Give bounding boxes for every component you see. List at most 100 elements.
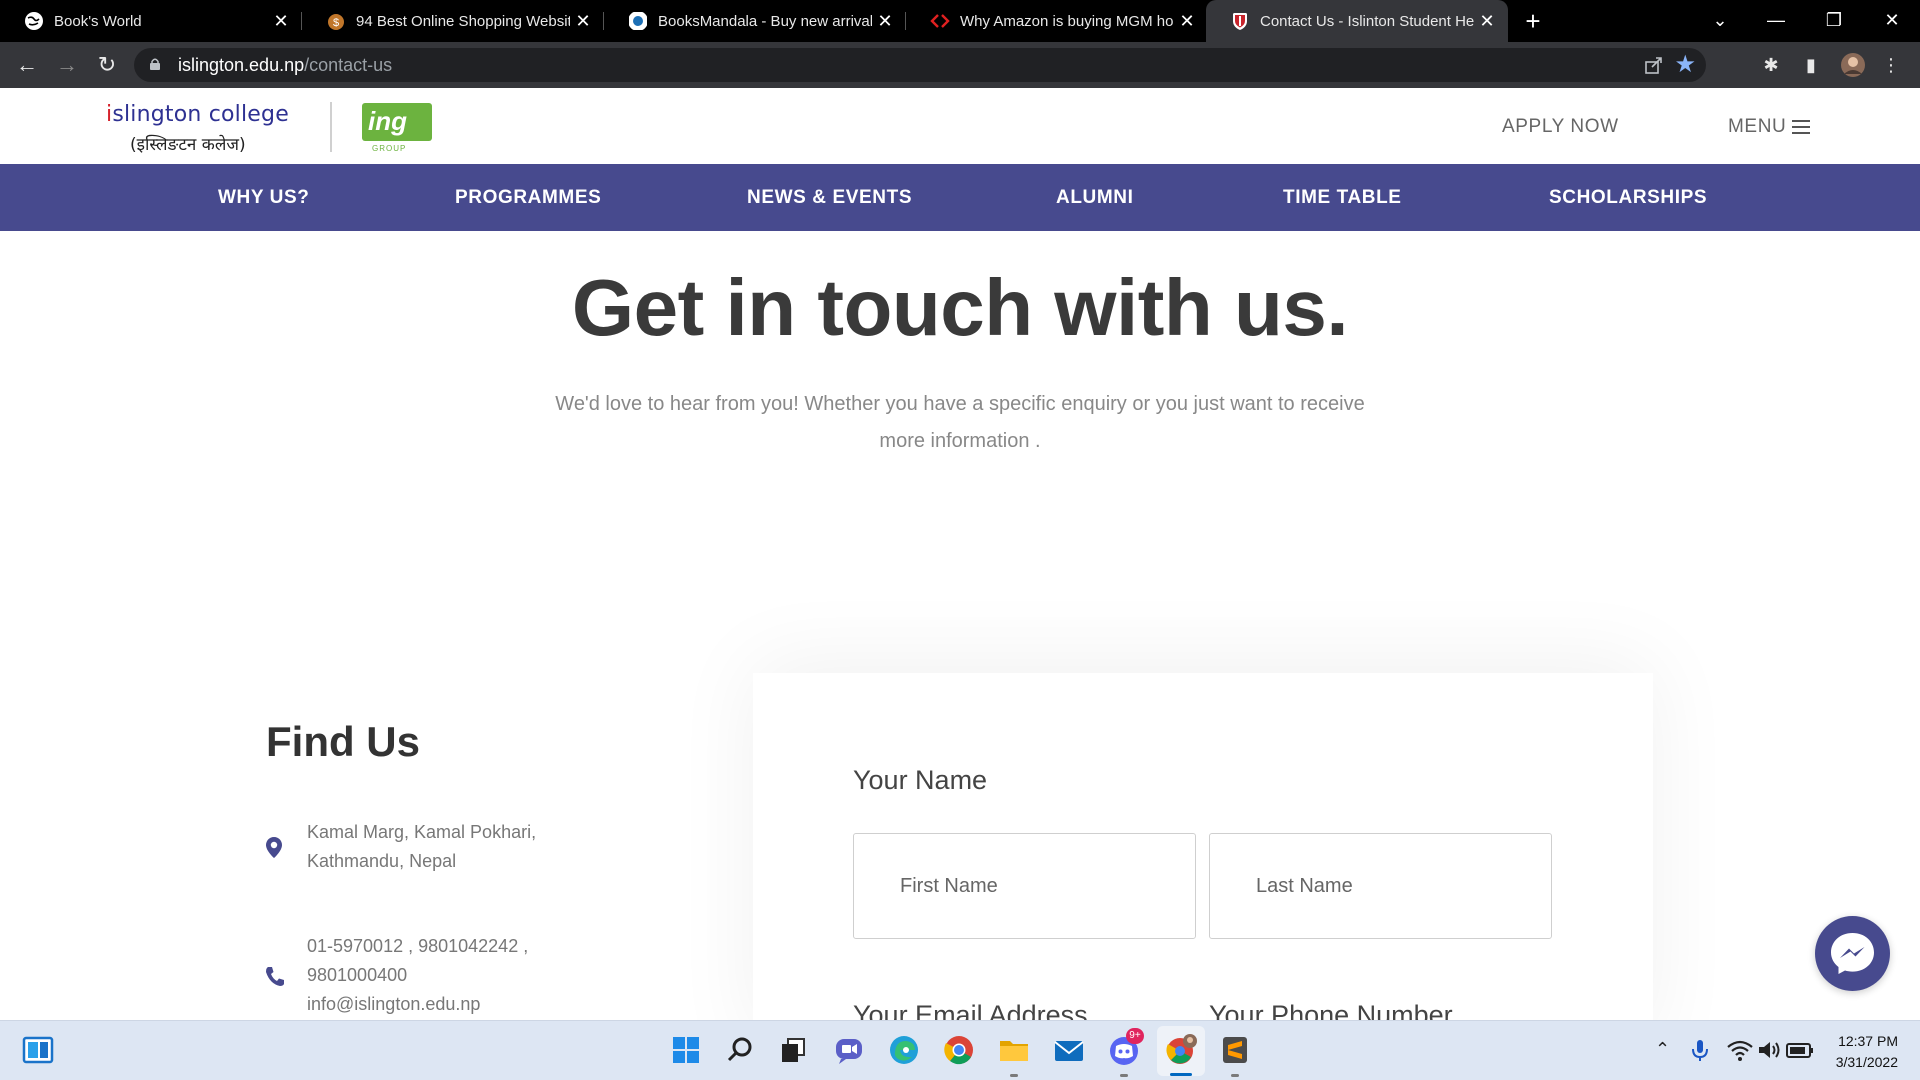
task-view-icon[interactable] (776, 1032, 812, 1068)
tab-title: Why Amazon is buying MGM hol (960, 12, 1174, 30)
discord-running-indicator (1120, 1074, 1128, 1077)
teams-chat-icon[interactable] (831, 1032, 867, 1068)
url-text: islington.edu.np/contact-us (178, 48, 392, 82)
search-icon[interactable] (722, 1032, 758, 1068)
nav-time-table[interactable]: TIME TABLE (1283, 164, 1402, 231)
sublime-text-icon[interactable] (1217, 1032, 1253, 1068)
url-path: /contact-us (304, 55, 393, 75)
new-tab-button[interactable]: + (1518, 4, 1548, 38)
forward-icon[interactable]: → (52, 50, 82, 80)
your-name-label: Your Name (853, 765, 988, 795)
booksmandala-icon (629, 12, 647, 30)
tab-contact-us[interactable]: Contact Us - Islinton Student Hel ✕ (1206, 0, 1508, 42)
address-line-2: Kathmandu, Nepal (307, 851, 457, 871)
email-link[interactable]: info@islington.edu.np (307, 990, 528, 1019)
browser-menu-icon[interactable]: ⋮ (1878, 52, 1904, 78)
address-bar[interactable]: islington.edu.np/contact-us ★ (134, 48, 1706, 82)
tab-close-icon[interactable]: ✕ (268, 11, 294, 32)
money-bag-icon: $ (328, 14, 344, 30)
logo-name: slington college (112, 102, 289, 127)
tab-title: Contact Us - Islinton Student Hel (1260, 12, 1474, 30)
sublime-running-indicator (1231, 1074, 1239, 1077)
chrome-active-indicator (1170, 1073, 1192, 1076)
browser-toolbar: ← → ↻ islington.edu.np/contact-us ★ ✱ ▮ … (0, 42, 1920, 88)
nav-news-events[interactable]: NEWS & EVENTS (747, 164, 912, 231)
nav-scholarships[interactable]: SCHOLARSHIPS (1549, 164, 1707, 231)
restore-icon[interactable]: ❐ (1806, 0, 1862, 42)
code-brackets-icon (930, 14, 950, 28)
bookmark-star-icon[interactable]: ★ (1674, 51, 1696, 79)
svg-text:$: $ (333, 17, 339, 29)
tab-close-icon[interactable]: ✕ (872, 11, 898, 32)
tab-close-icon[interactable]: ✕ (1474, 11, 1500, 32)
nav-alumni[interactable]: ALUMNI (1056, 164, 1133, 231)
share-icon[interactable] (1644, 55, 1664, 75)
nav-why-us[interactable]: WHY US? (218, 164, 309, 231)
screen: Book's World ✕ $ 94 Best Online Shopping… (0, 0, 1920, 1080)
logo-nepali-name: (इस्लिङटन कलेज) (130, 135, 246, 155)
chrome-icon[interactable] (941, 1032, 977, 1068)
site-header: islington college (इस्लिङटन कलेज) ing GR… (0, 88, 1920, 164)
islington-shield-icon (1233, 13, 1247, 30)
tab-title: 94 Best Online Shopping Websites (356, 12, 570, 30)
page-title: Get in touch with us. (571, 263, 1349, 352)
apply-now-link[interactable]: APPLY NOW (1502, 116, 1619, 138)
close-window-icon[interactable]: ✕ (1864, 0, 1920, 42)
discord-badge: 9+ (1126, 1028, 1144, 1044)
minimize-icon[interactable]: — (1748, 0, 1804, 42)
browser-tab-strip: Book's World ✕ $ 94 Best Online Shopping… (0, 0, 1920, 42)
address-block: Kamal Marg, Kamal Pokhari, Kathmandu, Ne… (307, 818, 536, 876)
messenger-icon (1831, 933, 1874, 974)
phone-line-1[interactable]: 01-5970012 , 9801042242 , (307, 932, 528, 961)
tab-close-icon[interactable]: ✕ (1174, 11, 1200, 32)
battery-icon[interactable] (1782, 1032, 1818, 1068)
tab-close-icon[interactable]: ✕ (570, 11, 596, 32)
chrome-profile-icon[interactable] (1163, 1032, 1199, 1068)
tab-books-world[interactable]: Book's World ✕ (0, 0, 302, 42)
last-name-field[interactable] (1209, 833, 1552, 939)
logo-divider (330, 102, 332, 152)
profile-avatar[interactable] (1840, 52, 1866, 78)
globe-icon (25, 12, 43, 30)
tab-title: Book's World (54, 12, 142, 30)
menu-label: MENU (1728, 116, 1787, 137)
clock-time: 12:37 PM (1838, 1033, 1898, 1049)
ing-logo[interactable]: ing (362, 103, 432, 141)
tab-shopping-websites[interactable]: $ 94 Best Online Shopping Websites ✕ (302, 0, 604, 42)
page-subtitle: We'd love to hear from you! Whether you … (555, 393, 1365, 452)
tab-amazon-mgm[interactable]: Why Amazon is buying MGM hol ✕ (906, 0, 1208, 42)
tab-booksmandala[interactable]: BooksMandala - Buy new arrivals ✕ (604, 0, 906, 42)
reload-icon[interactable]: ↻ (92, 50, 122, 80)
hamburger-icon (1792, 120, 1811, 134)
address-line-1: Kamal Marg, Kamal Pokhari, (307, 822, 537, 842)
mail-icon[interactable] (1051, 1032, 1087, 1068)
windows-start-icon[interactable] (668, 1032, 704, 1068)
tab-title: BooksMandala - Buy new arrivals (658, 12, 872, 30)
file-explorer-icon[interactable] (996, 1032, 1032, 1068)
lock-icon (150, 58, 160, 70)
tab-search-icon[interactable]: ⌄ (1692, 0, 1748, 42)
edge-icon[interactable] (886, 1032, 922, 1068)
nav-programmes[interactable]: PROGRAMMES (455, 164, 601, 231)
ing-group-label: GROUP (372, 144, 407, 153)
windows-taskbar: 9+ ⌃ 12:37 PM 3/31/2022 (0, 1020, 1920, 1080)
messenger-chat-button[interactable] (1815, 916, 1890, 991)
microphone-icon[interactable] (1682, 1032, 1718, 1068)
clock-date: 3/31/2022 (1835, 1054, 1898, 1070)
phone-line-2[interactable]: 9801000400 (307, 961, 528, 990)
explorer-running-indicator (1010, 1074, 1018, 1077)
islington-logo[interactable]: islington college (106, 102, 289, 127)
menu-button[interactable]: MENU (1728, 116, 1811, 138)
extensions-icon[interactable]: ✱ (1758, 52, 1784, 78)
main-navigation: WHY US? PROGRAMMES NEWS & EVENTS ALUMNI … (0, 164, 1920, 231)
first-name-field[interactable] (853, 833, 1196, 939)
sidebar-icon[interactable]: ▮ (1798, 52, 1824, 78)
tray-overflow-icon[interactable]: ⌃ (1655, 1039, 1670, 1060)
contact-block: 01-5970012 , 9801042242 , 9801000400 inf… (307, 932, 528, 1019)
url-host: islington.edu.np (178, 55, 305, 75)
location-pin-icon (266, 837, 282, 858)
back-icon[interactable]: ← (12, 50, 42, 80)
system-clock[interactable]: 12:37 PM 3/31/2022 (1818, 1031, 1898, 1073)
find-us-heading: Find Us (266, 718, 420, 765)
widgets-icon[interactable] (20, 1032, 56, 1068)
